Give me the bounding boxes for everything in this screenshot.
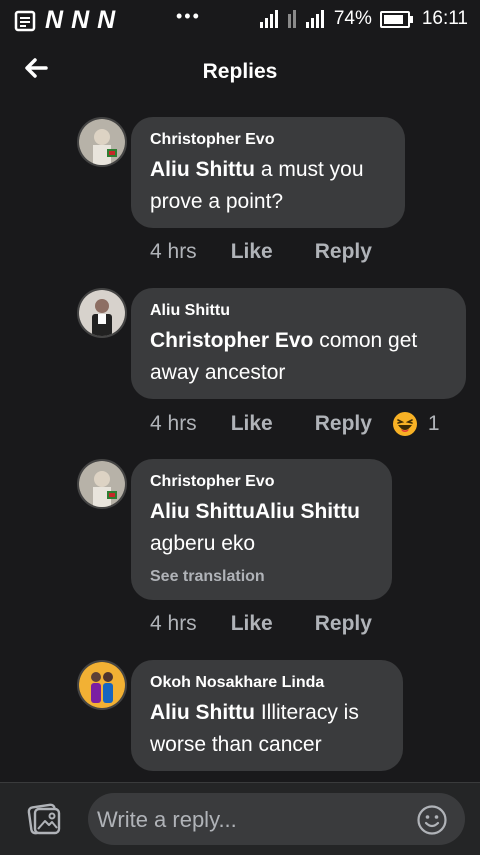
comment-bubble[interactable]: Aliu Shittu Christopher Evo comon get aw… — [131, 288, 466, 399]
see-translation-link[interactable]: See translation — [150, 568, 372, 586]
like-button[interactable]: Like — [231, 412, 273, 436]
comment-actions: 4 hrs Like Reply — [150, 612, 372, 636]
more-dots-icon: ••• — [176, 6, 201, 26]
battery-percent: 74% — [333, 8, 372, 29]
avatar[interactable] — [77, 288, 127, 338]
reply-button[interactable]: Reply — [315, 412, 372, 436]
comment-actions: 4 hrs Like Reply 1 — [150, 411, 440, 437]
reply-button[interactable]: Reply — [315, 240, 372, 264]
comment-text: Aliu Shittu a must you prove a point? — [150, 154, 385, 218]
mention[interactable]: Aliu Shittu — [150, 701, 255, 724]
comment-author[interactable]: Christopher Evo — [150, 473, 372, 491]
status-bar: N N N ••• 74% 16:11 — [0, 0, 480, 40]
mention[interactable]: Aliu ShittuAliu Shittu — [150, 496, 372, 528]
signal-hplus-icon — [305, 10, 324, 28]
carrier-n-2: N — [71, 6, 89, 34]
comment-bubble[interactable]: Christopher Evo Aliu Shittu a must you p… — [131, 117, 405, 228]
avatar[interactable] — [77, 660, 127, 710]
comment-actions: 4 hrs Like Reply — [150, 240, 372, 264]
comment-bubble[interactable]: Christopher Evo Aliu ShittuAliu Shittu a… — [131, 459, 392, 600]
like-button[interactable]: Like — [231, 612, 273, 636]
comment-author[interactable]: Okoh Nosakhare Linda — [150, 674, 383, 692]
laughing-emoji-icon — [392, 412, 417, 436]
carrier-n-3: N — [97, 6, 115, 34]
reaction-count: 1 — [427, 412, 440, 435]
carrier-n-1: N — [45, 6, 63, 34]
mention[interactable]: Aliu Shittu — [150, 158, 255, 181]
avatar[interactable] — [77, 459, 127, 509]
mention[interactable]: Christopher Evo — [150, 329, 313, 352]
emoji-picker-icon[interactable] — [416, 804, 448, 836]
comment-time: 4 hrs — [150, 412, 197, 435]
reaction-summary[interactable]: 1 — [392, 411, 440, 437]
reply-input-placeholder: Write a reply... — [97, 807, 237, 832]
comment-bubble[interactable]: Okoh Nosakhare Linda Aliu Shittu Illiter… — [131, 660, 403, 771]
reply-composer: Write a reply... — [0, 782, 480, 855]
clock: 16:11 — [421, 8, 468, 29]
comment-author[interactable]: Christopher Evo — [150, 131, 385, 149]
comment-time: 4 hrs — [150, 612, 197, 635]
avatar[interactable] — [77, 117, 127, 167]
signal-icon — [259, 10, 278, 28]
notes-icon — [14, 10, 36, 31]
reply-input[interactable]: Write a reply... — [88, 793, 465, 845]
photo-icon[interactable] — [27, 801, 63, 837]
reply-button[interactable]: Reply — [315, 612, 372, 636]
battery-icon — [379, 10, 413, 28]
comment-text: Aliu Shittu Illiteracy is worse than can… — [150, 697, 383, 761]
data-arrows-icon — [287, 10, 296, 28]
page-title: Replies — [202, 60, 278, 83]
comment-time: 4 hrs — [150, 240, 197, 263]
header: Replies — [0, 40, 480, 104]
comment-body: agberu eko — [150, 532, 256, 555]
comment-author[interactable]: Aliu Shittu — [150, 302, 446, 320]
comment-text: Aliu ShittuAliu Shittu agberu eko — [150, 496, 372, 560]
like-button[interactable]: Like — [231, 240, 273, 264]
comment-text: Christopher Evo comon get away ancestor — [150, 325, 446, 389]
